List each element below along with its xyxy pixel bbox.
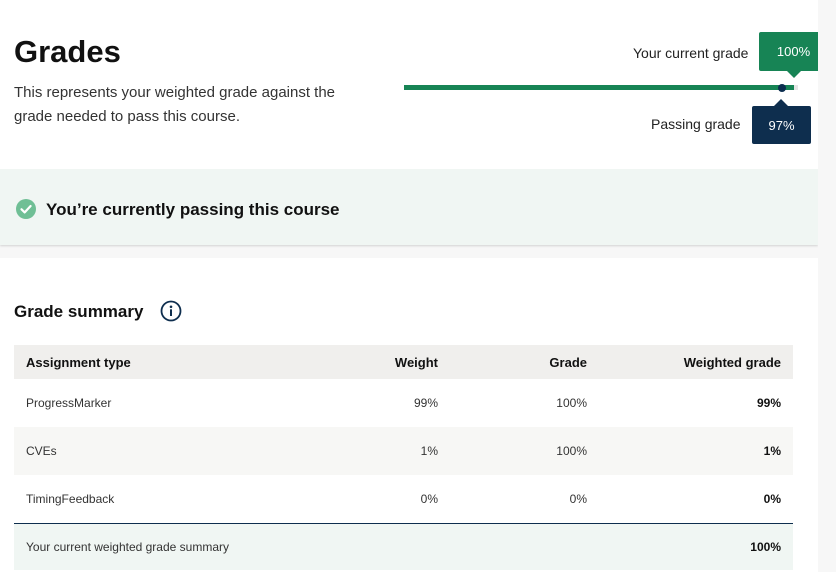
current-grade-value: 100% (776, 44, 811, 59)
current-grade-label: Your current grade (633, 45, 749, 61)
weighted-grade-cell: 1% (599, 427, 793, 475)
weighted-grade-cell: 99% (756, 396, 781, 410)
weight-cell: 1% (306, 427, 450, 475)
page-title: Grades (14, 34, 121, 69)
assignment-type-cell: CVEs (14, 427, 306, 475)
info-icon[interactable] (160, 300, 182, 322)
passing-grade-label: Passing grade (651, 116, 741, 132)
weighted-grade-cell: 0% (763, 492, 781, 506)
column-header-weight: Weight (306, 345, 450, 379)
weight-cell: 0% (420, 492, 438, 506)
grades-description: This represents your weighted grade agai… (14, 84, 336, 125)
check-circle-icon (16, 199, 36, 219)
assignment-type-cell: TimingFeedback (26, 492, 115, 506)
grade-cell: 0% (569, 492, 587, 506)
table-row: TimingFeedback 0% 0% 0% (14, 475, 793, 524)
grade-cell: 100% (450, 427, 599, 475)
scrollbar-gutter (818, 0, 836, 572)
grade-progress-remaining (794, 85, 798, 90)
weighted-summary-label: Your current weighted grade summary (14, 523, 599, 570)
weight-cell: 99% (413, 396, 438, 410)
passing-grade-tooltip: 97% (752, 99, 811, 144)
table-row: CVEs 1% 100% 1% (14, 427, 793, 475)
column-header-weighted-grade: Weighted grade (599, 345, 793, 379)
table-footer-row: Your current weighted grade summary 100% (14, 523, 793, 570)
weighted-summary-value: 100% (599, 523, 793, 570)
grade-summary-title: Grade summary (14, 302, 144, 321)
table-header-row: Assignment type Weight Grade Weighted gr… (14, 345, 793, 379)
grade-summary-table: Assignment type Weight Grade Weighted gr… (14, 345, 793, 570)
assignment-type-cell: ProgressMarker (26, 396, 112, 410)
grade-progress-bar (404, 85, 794, 90)
passing-grade-value: 97% (768, 117, 795, 133)
column-header-assignment-type: Assignment type (14, 345, 306, 379)
column-header-grade: Grade (450, 345, 599, 379)
passing-grade-marker (778, 84, 786, 92)
grade-cell: 100% (556, 396, 587, 410)
table-row: ProgressMarker 99% 100% 99% (14, 379, 793, 427)
passing-status-text: You’re currently passing this course (46, 200, 340, 219)
